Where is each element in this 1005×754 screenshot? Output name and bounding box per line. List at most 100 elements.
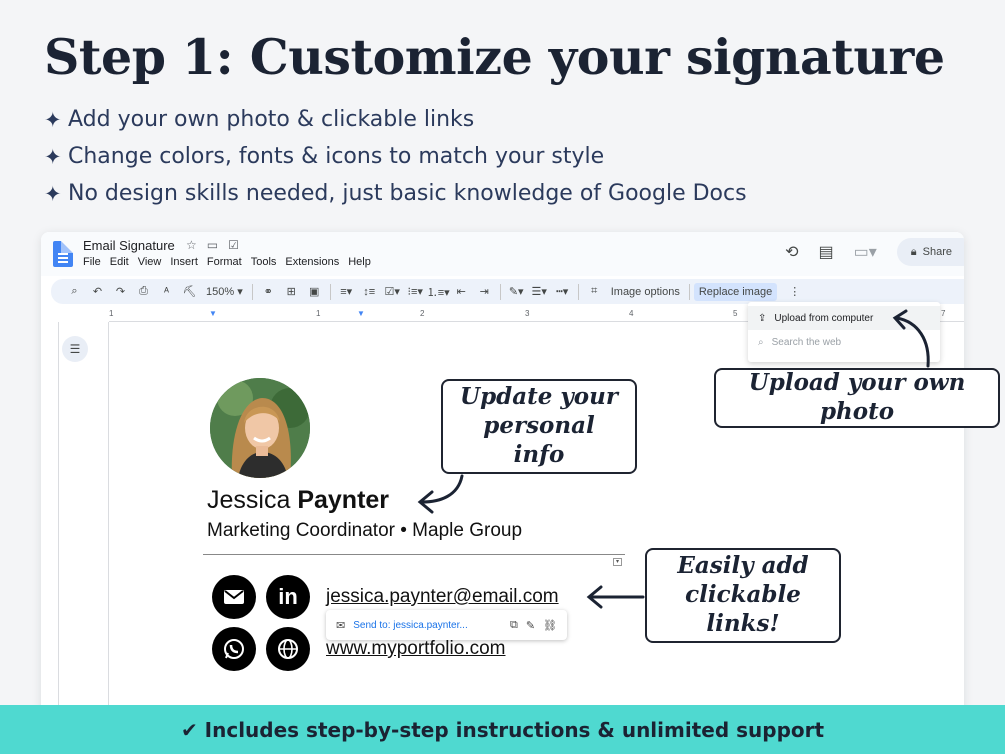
image-options-button[interactable]: Image options xyxy=(606,286,685,298)
docs-logo-icon[interactable] xyxy=(53,241,73,267)
edit-link-icon[interactable]: ✎ xyxy=(526,619,535,632)
line-spacing-icon[interactable]: ↕≡ xyxy=(358,286,381,298)
add-comment-icon[interactable]: ⊞ xyxy=(280,285,303,298)
align-icon[interactable]: ≡▾ xyxy=(335,285,358,298)
ruler-indent-marker[interactable]: ▼ xyxy=(209,309,217,318)
first-name: Jessica xyxy=(207,486,291,514)
star-icon[interactable]: ☆ xyxy=(186,238,197,252)
numbered-list-icon[interactable]: ⒈≡▾ xyxy=(427,284,450,300)
insert-link-icon[interactable]: ⚭ xyxy=(257,285,280,298)
comments-icon[interactable]: ▤ xyxy=(819,242,834,262)
email-link[interactable]: jessica.paynter@email.com xyxy=(326,586,559,608)
signature-divider xyxy=(203,554,625,555)
crop-icon[interactable]: ⌗ xyxy=(583,285,606,298)
sparkle-icon: ✦ xyxy=(44,107,62,132)
document-title[interactable]: Email Signature xyxy=(83,238,175,253)
title-actions: ☆ ▭ ☑ xyxy=(186,238,239,252)
redo-icon[interactable]: ↷ xyxy=(109,285,132,298)
border-dash-icon[interactable]: ┅▾ xyxy=(551,285,574,298)
menu-file[interactable]: File xyxy=(83,256,101,268)
meet-icon[interactable]: ▭▾ xyxy=(854,242,877,262)
toolbar-divider xyxy=(329,283,331,300)
search-icon: ⌕ xyxy=(758,336,764,348)
menu-extensions[interactable]: Extensions xyxy=(285,256,339,268)
decrease-indent-icon[interactable]: ⇤ xyxy=(450,285,473,298)
paint-format-icon[interactable]: ⛏ xyxy=(178,285,201,298)
print-icon[interactable]: ⎙ xyxy=(132,285,155,298)
ruler-number: 7 xyxy=(941,309,946,318)
menu-insert[interactable]: Insert xyxy=(170,256,198,268)
feature-item: ✦ No design skills needed, just basic kno… xyxy=(44,175,747,212)
remove-link-icon[interactable]: ⛓ xyxy=(543,619,557,632)
undo-icon[interactable]: ↶ xyxy=(86,285,109,298)
upload-label: Upload from computer xyxy=(774,312,874,324)
profile-photo[interactable] xyxy=(210,378,310,478)
copy-link-icon[interactable]: ⧉ xyxy=(510,619,518,632)
checklist-icon[interactable]: ☑▾ xyxy=(381,285,404,298)
link-preview-text[interactable]: Send to: jessica.paynter... xyxy=(353,620,468,631)
folder-icon[interactable]: ▭ xyxy=(207,238,218,252)
spellcheck-icon[interactable]: ᴬ xyxy=(155,286,178,298)
version-history-icon[interactable]: ⟲ xyxy=(785,242,798,262)
border-weight-icon[interactable]: ☰▾ xyxy=(528,285,551,298)
search-menus-icon[interactable]: ⌕ xyxy=(63,285,86,298)
page-edge xyxy=(108,322,109,712)
ruler-number: 5 xyxy=(733,309,738,318)
last-name: Paynter xyxy=(297,486,390,514)
feature-list: ✦ Add your own photo & clickable links ✦ C… xyxy=(44,101,747,212)
ruler-number: 2 xyxy=(420,309,425,318)
signature-name[interactable]: Jessica Paynter xyxy=(207,486,389,515)
feature-item: ✦ Add your own photo & clickable links xyxy=(44,101,747,138)
feature-item: ✦ Change colors, fonts & icons to match y… xyxy=(44,138,747,175)
menu-bar: File Edit View Insert Format Tools Exten… xyxy=(83,256,371,268)
menu-tools[interactable]: Tools xyxy=(251,256,277,268)
increase-indent-icon[interactable]: ⇥ xyxy=(473,285,496,298)
email-icon[interactable] xyxy=(212,575,256,619)
bulleted-list-icon[interactable]: ⁝≡▾ xyxy=(404,285,427,298)
portrait-image xyxy=(210,378,310,478)
menu-view[interactable]: View xyxy=(138,256,162,268)
zoom-select[interactable]: 150% ▾ xyxy=(201,285,248,298)
callout-clickable-links: Easily add clickable links! xyxy=(645,548,841,643)
upload-from-computer-item[interactable]: ⇪ Upload from computer xyxy=(748,306,940,330)
toolbar-divider xyxy=(499,283,501,300)
document-outline-icon[interactable]: ☰ xyxy=(62,336,88,362)
share-button[interactable]: 🔒︎ Share xyxy=(896,238,964,266)
toolbar-divider xyxy=(577,283,579,300)
callout-update-info: Update your personal info xyxy=(441,379,637,474)
share-label: Share xyxy=(922,246,952,258)
table-menu-icon[interactable]: ▾ xyxy=(613,558,622,566)
toolbar-divider xyxy=(688,283,690,300)
menu-format[interactable]: Format xyxy=(207,256,242,268)
ruler-number: 1 xyxy=(316,309,321,318)
zoom-value: 150% xyxy=(206,286,235,298)
feature-text: Add your own photo & clickable links xyxy=(68,107,475,132)
sparkle-icon: ✦ xyxy=(44,144,62,169)
replace-image-menu: ⇪ Upload from computer ⌕ Search the web xyxy=(748,302,940,362)
replace-image-button[interactable]: Replace image xyxy=(693,282,778,301)
search-web-label: Search the web xyxy=(771,336,842,348)
search-web-item[interactable]: ⌕ Search the web xyxy=(748,330,940,354)
sparkle-icon: ✦ xyxy=(44,181,62,206)
vertical-ruler[interactable] xyxy=(49,322,59,712)
insert-image-icon[interactable]: ▣ xyxy=(303,285,326,298)
cloud-saved-icon[interactable]: ☑ xyxy=(228,238,239,252)
globe-icon[interactable] xyxy=(266,627,310,671)
ruler-number: 1 xyxy=(109,309,114,318)
website-link[interactable]: www.myportfolio.com xyxy=(326,638,506,660)
ruler-tab-marker[interactable]: ▼ xyxy=(357,309,365,318)
more-options-icon[interactable]: ⋮ xyxy=(783,285,806,298)
feature-text: No design skills needed, just basic know… xyxy=(68,181,747,206)
ruler-number: 4 xyxy=(629,309,634,318)
menu-edit[interactable]: Edit xyxy=(110,256,129,268)
toolbar: ⌕ ↶ ↷ ⎙ ᴬ ⛏ 150% ▾ ⚭ ⊞ ▣ ≡▾ ↕≡ ☑▾ ⁝≡▾ ⒈≡… xyxy=(51,279,964,304)
docs-header: Email Signature ☆ ▭ ☑ File Edit View Ins… xyxy=(41,232,964,276)
lock-icon: 🔒︎ xyxy=(910,245,917,258)
border-color-icon[interactable]: ✎▾ xyxy=(505,285,528,298)
headline: Step 1: Customize your signature xyxy=(44,28,945,86)
linkedin-icon[interactable]: in xyxy=(266,575,310,619)
link-preview-popup: ✉ Send to: jessica.paynter... ⧉ ✎ ⛓ xyxy=(326,610,567,640)
signature-role[interactable]: Marketing Coordinator • Maple Group xyxy=(207,520,522,542)
whatsapp-icon[interactable] xyxy=(212,627,256,671)
menu-help[interactable]: Help xyxy=(348,256,371,268)
